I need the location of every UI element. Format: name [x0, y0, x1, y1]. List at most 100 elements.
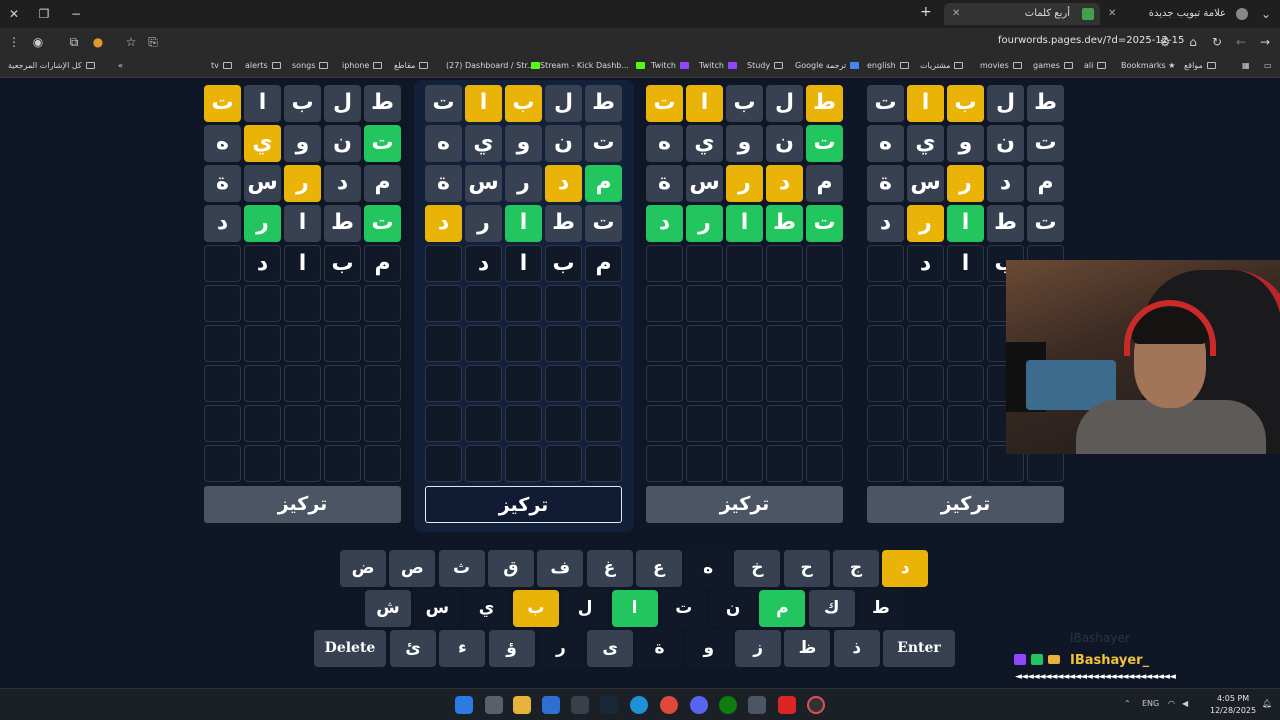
key[interactable]: ت — [660, 590, 707, 627]
key[interactable]: ة — [636, 630, 683, 667]
key[interactable]: ى — [587, 630, 634, 667]
apps-grid-icon[interactable]: ▦ — [1242, 61, 1250, 70]
bookmark-study[interactable]: Study — [747, 61, 784, 70]
windows-start-icon[interactable] — [455, 696, 473, 714]
xbox-icon[interactable] — [719, 696, 737, 714]
key[interactable]: ح — [783, 550, 830, 587]
reload-icon[interactable]: ↻ — [1209, 34, 1225, 50]
tray-overflow-icon[interactable]: ⌃ — [1124, 699, 1131, 708]
key[interactable]: م — [759, 590, 806, 627]
bookmark-twitch-2[interactable]: Twitch — [699, 61, 737, 70]
focus-button-board-4[interactable]: تركيز — [867, 486, 1064, 523]
tab-search-icon[interactable]: ⌄ — [1256, 4, 1276, 24]
key[interactable]: ث — [438, 550, 485, 587]
bookmark-clips[interactable]: مقاطع — [394, 61, 429, 70]
task-view-icon[interactable] — [485, 696, 503, 714]
obs-icon[interactable] — [807, 696, 825, 714]
key[interactable]: ذ — [833, 630, 880, 667]
bookmark-dashboard[interactable]: (27) Dashboard / Str... — [446, 61, 535, 70]
delete-key[interactable]: Delete — [314, 630, 386, 667]
key[interactable]: خ — [734, 550, 781, 587]
home-icon[interactable]: ⌂ — [1185, 34, 1201, 50]
minimize-window-icon[interactable]: − — [66, 4, 86, 24]
store-icon[interactable] — [542, 696, 560, 714]
key[interactable]: ن — [710, 590, 757, 627]
bookmark-bookmarks[interactable]: Bookmarks ★ — [1121, 61, 1175, 70]
key[interactable]: ء — [439, 630, 486, 667]
key[interactable]: ص — [389, 550, 436, 587]
key[interactable]: ش — [365, 590, 411, 627]
key[interactable]: ض — [340, 550, 386, 587]
bookmark-kick[interactable]: Stream - Kick Dashb... — [527, 61, 629, 70]
key[interactable]: ه — [685, 550, 732, 587]
file-explorer-icon[interactable] — [513, 696, 531, 714]
site-settings-icon[interactable]: ⚙ — [1157, 34, 1173, 50]
key[interactable]: ع — [635, 550, 682, 587]
key[interactable]: د — [882, 550, 929, 587]
bookmark-translate[interactable]: Google ترجمة — [795, 61, 860, 70]
back-icon[interactable]: → — [1257, 34, 1273, 50]
discord-icon[interactable] — [690, 696, 708, 714]
clock[interactable]: 4:05 PM 12/28/2025 — [1210, 693, 1256, 717]
key[interactable]: ظ — [784, 630, 831, 667]
key[interactable]: ر — [537, 630, 584, 667]
key[interactable]: ل — [562, 590, 609, 627]
chrome-icon[interactable] — [660, 696, 678, 714]
close-tab-icon[interactable]: ✕ — [1108, 8, 1116, 19]
notifications-icon[interactable]: 🔔︎ — [1262, 699, 1272, 708]
key[interactable]: غ — [586, 550, 633, 587]
focus-button-board-2[interactable]: تركيز — [425, 486, 622, 523]
app-icon[interactable] — [571, 696, 589, 714]
key[interactable]: ط — [858, 590, 904, 627]
steam-icon[interactable] — [600, 696, 618, 714]
key[interactable]: ي — [463, 590, 510, 627]
focus-button-board-1[interactable]: تركيز — [204, 486, 401, 523]
bookmark-purchases[interactable]: مشتريات — [920, 61, 964, 70]
forward-icon[interactable]: ← — [1233, 34, 1249, 50]
bookmark-sites[interactable]: مواقع — [1184, 61, 1216, 70]
key[interactable]: ا — [611, 590, 658, 627]
enter-key[interactable]: Enter — [883, 630, 955, 667]
bookmark-movies[interactable]: movies — [980, 61, 1022, 70]
tab-new[interactable]: ✕ علامة تبويب جديدة — [1100, 3, 1256, 25]
key[interactable]: ك — [808, 590, 855, 627]
bookmark-kick-logo-icon[interactable] — [632, 61, 645, 70]
restore-window-icon[interactable]: ❐ — [34, 4, 54, 24]
new-tab-icon[interactable]: + — [920, 4, 932, 20]
wifi-icon[interactable]: ◠ — [1168, 699, 1175, 708]
key[interactable]: و — [685, 630, 732, 667]
key[interactable]: ف — [537, 550, 584, 587]
bookmark-songs[interactable]: songs — [292, 61, 329, 70]
menu-icon[interactable]: ⋮ — [6, 34, 22, 50]
volume-icon[interactable]: ◀ — [1182, 699, 1188, 708]
extension-icon[interactable]: ● — [90, 34, 106, 50]
share-icon[interactable]: ⎘ — [145, 34, 161, 50]
recorder-icon[interactable] — [778, 696, 796, 714]
bookmarks-overflow-icon[interactable]: « — [118, 61, 123, 70]
close-window-icon[interactable]: ✕ — [4, 4, 24, 24]
key[interactable]: ب — [512, 590, 559, 627]
key[interactable]: س — [414, 590, 461, 627]
language-indicator[interactable]: ENG — [1142, 699, 1159, 708]
edge-icon[interactable] — [630, 696, 648, 714]
key[interactable]: ئ — [390, 630, 436, 667]
bookmark-tv[interactable]: tv — [211, 61, 232, 70]
bookmark-iphone[interactable]: iphone — [342, 61, 383, 70]
bookmark-ali[interactable]: ali — [1084, 61, 1107, 70]
bookmark-english[interactable]: english — [867, 61, 909, 70]
extensions-icon[interactable]: ⧉ — [66, 34, 82, 50]
bookmark-all[interactable]: كل الإشارات المرجعية — [8, 61, 95, 70]
app-icon[interactable] — [748, 696, 766, 714]
focus-button-board-3[interactable]: تركيز — [646, 486, 843, 523]
reading-list-icon[interactable]: ▭ — [1264, 61, 1272, 70]
key[interactable]: ق — [487, 550, 534, 587]
profile-icon[interactable]: ◉ — [30, 34, 46, 50]
tab-four-words[interactable]: ✕ أربع كلمات — [944, 3, 1100, 25]
bookmark-star-icon[interactable]: ☆ — [123, 34, 139, 50]
key[interactable]: ج — [833, 550, 879, 587]
close-tab-icon[interactable]: ✕ — [952, 8, 960, 19]
bookmark-twitch-1[interactable]: Twitch — [651, 61, 689, 70]
bookmark-alerts[interactable]: alerts — [245, 61, 281, 70]
bookmark-games[interactable]: games — [1033, 61, 1073, 70]
key[interactable]: ز — [735, 630, 782, 667]
